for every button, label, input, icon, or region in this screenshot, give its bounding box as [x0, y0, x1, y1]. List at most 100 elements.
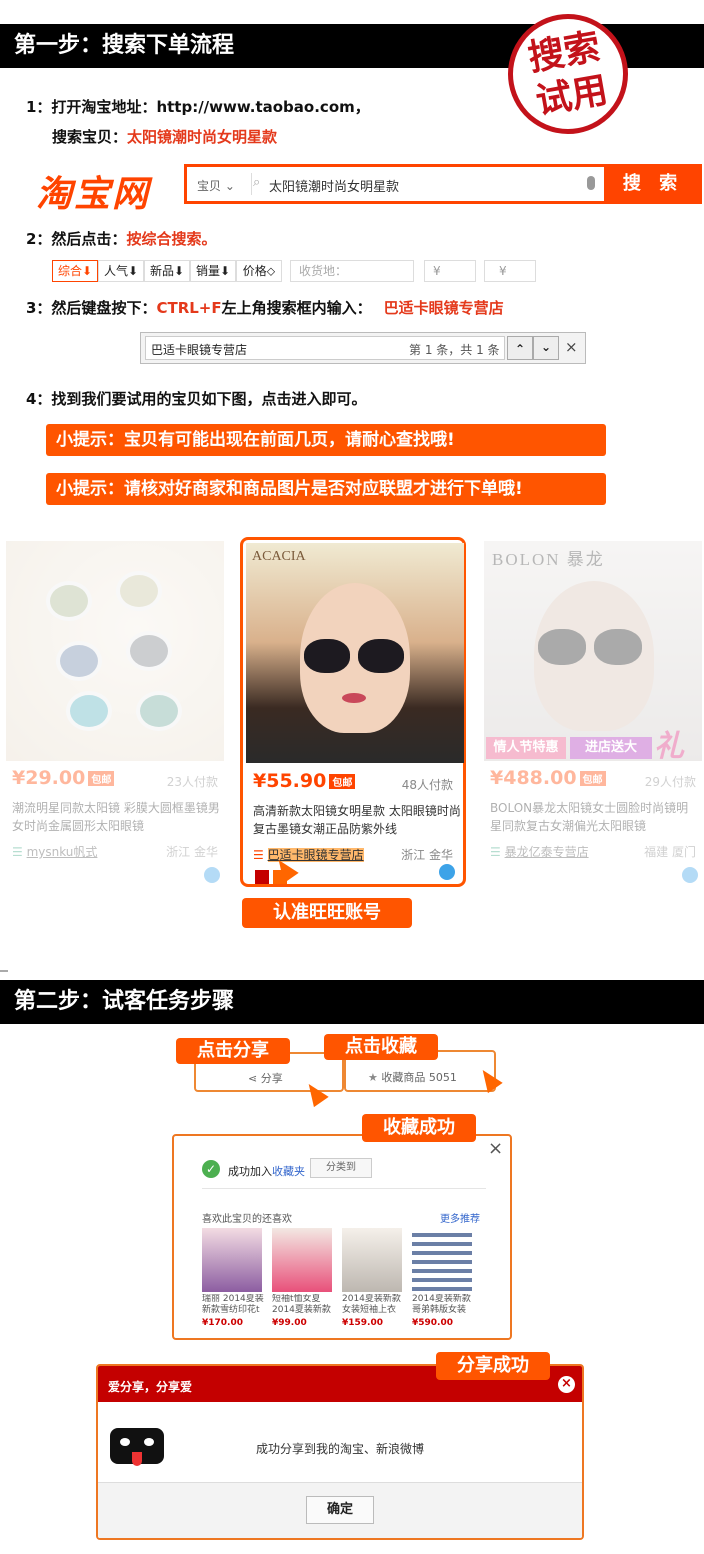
product-buyers-1: 23人付款	[166, 775, 218, 789]
step2-header: 第二步：试客任务步骤	[0, 980, 704, 1024]
categorize-button[interactable]: 分类到	[310, 1158, 372, 1178]
location-select[interactable]: 收货地：	[290, 260, 414, 282]
taobao-search-box[interactable]: 宝贝 ⌄ ⌕ 太阳镜潮时尚女明星款 搜 索	[184, 164, 702, 204]
wangwang-icon-3[interactable]	[682, 867, 698, 883]
check-icon: ✓	[202, 1160, 220, 1178]
recommend-image-3[interactable]	[342, 1228, 402, 1292]
tip-pages: 小提示：宝贝有可能出现在前面几页，请耐心查找哦!	[46, 424, 606, 456]
product-shop-1[interactable]: ☰ mysnku帆式	[12, 843, 97, 860]
price-from-input[interactable]: ¥	[424, 260, 476, 282]
recommend-price-3: ¥159.00	[342, 1318, 383, 1328]
share-success-dialog: 爱分享，分享爱 × 成功分享到我的淘宝、新浪微博 确定	[96, 1364, 584, 1540]
product-price-1: ¥29.00 包邮	[12, 767, 115, 789]
recommend-title-4[interactable]: 2014夏装新款哥弟韩版女装	[412, 1294, 474, 1316]
wangwang-icon-2[interactable]	[439, 864, 455, 880]
recommend-price-4: ¥590.00	[412, 1318, 453, 1328]
product-buyers-3: 29人付款	[644, 775, 696, 789]
microphone-icon[interactable]	[587, 176, 595, 190]
line3-label: 3：然后键盘按下：	[26, 299, 157, 317]
line3-value: 巴适卡眼镜专营店	[383, 299, 504, 317]
divider	[202, 1188, 486, 1189]
product-image-3[interactable]: BOLON 暴龙 情人节特惠 进店送大 礼	[484, 541, 702, 764]
product-image-2[interactable]: ACACIA	[246, 543, 464, 763]
sort-tab-sales[interactable]: 销量⬇	[190, 260, 236, 282]
share-dialog-close-icon[interactable]: ×	[558, 1376, 575, 1393]
search-button[interactable]: 搜 索	[604, 164, 702, 204]
find-close-icon[interactable]: ×	[565, 338, 578, 356]
search-icon: ⌕	[253, 175, 261, 190]
tmall-badge-icon	[255, 870, 269, 884]
tmall-cat-icon	[110, 1428, 164, 1466]
recommend-title-3[interactable]: 2014夏装新款女装短袖上衣	[342, 1294, 404, 1316]
product-title-1[interactable]: 潮流明星同款太阳镜 彩膜大圆框墨镜男女时尚金属圆形太阳眼镜	[12, 799, 222, 835]
sort-tab-popularity[interactable]: 人气⬇	[98, 260, 144, 282]
favorite-added-text: 成功加入收藏夹	[228, 1165, 305, 1178]
recommend-price-1: ¥170.00	[202, 1318, 243, 1328]
brand-logo-acacia: ACACIA	[252, 549, 306, 564]
recommend-price-2: ¥99.00	[272, 1318, 307, 1328]
browser-find-bar: 巴适卡眼镜专营店 第 1 条，共 1 条 ⌃ ⌄ ×	[140, 332, 586, 364]
gift-glyph: 礼	[654, 729, 684, 764]
product-location-1: 浙江 金华	[166, 845, 218, 859]
find-prev-button[interactable]: ⌃	[507, 336, 533, 360]
search-input[interactable]: 太阳镜潮时尚女明星款	[269, 176, 399, 195]
click-share-callout: 点击分享	[176, 1038, 290, 1064]
product-location-3: 福建 厦门	[644, 845, 696, 859]
product-shop-2[interactable]: ☰ 巴适卡眼镜专营店	[253, 846, 364, 863]
line3-mid: 左上角搜索框内输入：	[221, 299, 372, 317]
share-success-callout: 分享成功	[436, 1352, 550, 1380]
gift-banner: 进店送大	[570, 737, 652, 759]
share-button[interactable]: ⋖ 分享	[248, 1070, 283, 1086]
price-to-input[interactable]: ¥	[484, 260, 536, 282]
step1-line1b: 搜索宝贝：太阳镜潮时尚女明星款	[52, 126, 277, 147]
divider-mark	[0, 970, 8, 972]
wangwang-icon-1[interactable]	[204, 867, 220, 883]
recommend-title-1[interactable]: 瑞丽 2014夏装新款雪纺印花t	[202, 1294, 264, 1316]
find-input[interactable]: 巴适卡眼镜专营店	[151, 341, 247, 358]
share-dialog-title: 爱分享，分享爱	[108, 1380, 193, 1394]
step1-line2: 2：然后点击：按综合搜索。	[26, 228, 216, 249]
line1-text: 1：打开淘宝地址：http://www.taobao.com，	[26, 98, 370, 116]
divider	[251, 173, 252, 195]
product-price-3: ¥488.00 包邮	[490, 767, 606, 789]
search-category-select[interactable]: 宝贝 ⌄	[197, 177, 235, 194]
product-card-3[interactable]: BOLON 暴龙 情人节特惠 进店送大 礼 ¥488.00 包邮 29人付款 BO…	[480, 537, 704, 887]
favorite-dialog-close-icon[interactable]: ×	[488, 1138, 503, 1159]
favorites-link[interactable]: 收藏夹	[272, 1165, 305, 1178]
favorite-success-callout: 收藏成功	[362, 1114, 476, 1142]
sort-tab-price[interactable]: 价格⬦	[236, 260, 282, 282]
share-icon: ⋖	[248, 1072, 261, 1085]
recommend-image-2[interactable]	[272, 1228, 332, 1292]
recommend-image-1[interactable]	[202, 1228, 262, 1292]
product-image-1[interactable]	[6, 541, 224, 761]
valentine-banner: 情人节特惠	[486, 737, 566, 759]
favorite-success-dialog: × ✓ 成功加入收藏夹 分类到 喜欢此宝贝的还喜欢 更多推荐 瑞丽 2014夏装…	[172, 1134, 512, 1340]
confirm-button[interactable]: 确定	[306, 1496, 374, 1524]
sort-tab-new[interactable]: 新品⬇	[144, 260, 190, 282]
favorite-button[interactable]: ★ 收藏商品 5051	[368, 1069, 457, 1085]
product-shop-3[interactable]: ☰ 暴龙亿泰专营店	[490, 843, 589, 860]
product-card-1[interactable]: ¥29.00 包邮 23人付款 潮流明星同款太阳镜 彩膜大圆框墨镜男女时尚金属圆形…	[2, 537, 228, 887]
product-location-2: 浙江 金华	[401, 848, 453, 862]
find-count: 第 1 条，共 1 条	[409, 343, 500, 357]
more-recommend-link[interactable]: 更多推荐	[440, 1210, 480, 1225]
step1-title: 第一步：搜索下单流程	[14, 33, 235, 58]
product-title-2[interactable]: 高清新款太阳镜女明星款 太阳眼镜时尚复古墨镜女潮正品防紫外线	[253, 802, 463, 838]
click-favorite-callout: 点击收藏	[324, 1034, 438, 1060]
find-next-button[interactable]: ⌄	[533, 336, 559, 360]
brand-logo-bolon: BOLON 暴龙	[492, 550, 605, 569]
line2-value: 按综合搜索。	[126, 230, 217, 248]
recommend-title-2[interactable]: 短袖t恤女夏 2014夏装新款	[272, 1294, 334, 1316]
taobao-logo[interactable]: 淘宝网	[36, 165, 150, 217]
step1-line4: 4：找到我们要试用的宝贝如下图，点击进入即可。	[26, 390, 367, 408]
sort-tab-default[interactable]: 综合⬇	[52, 260, 98, 282]
line2-label: 2：然后点击：	[26, 230, 127, 248]
step1-line3: 3：然后键盘按下：CTRL+F左上角搜索框内输入： 巴适卡眼镜专营店	[26, 297, 504, 318]
recommend-image-4[interactable]	[412, 1228, 472, 1292]
step1-line1: 1：打开淘宝地址：http://www.taobao.com，	[26, 96, 370, 117]
also-like-title: 喜欢此宝贝的还喜欢	[202, 1214, 292, 1225]
product-title-3[interactable]: BOLON暴龙太阳镜女士圆脸时尚镜明星同款复古女潮偏光太阳眼镜	[490, 799, 700, 835]
line1b-keyword: 太阳镜潮时尚女明星款	[127, 128, 278, 146]
product-card-2[interactable]: ACACIA ¥55.90 包邮 48人付款 高清新款太阳镜女明星款 太阳眼镜时尚…	[240, 537, 466, 887]
share-dialog-message: 成功分享到我的淘宝、新浪微博	[256, 1442, 425, 1456]
